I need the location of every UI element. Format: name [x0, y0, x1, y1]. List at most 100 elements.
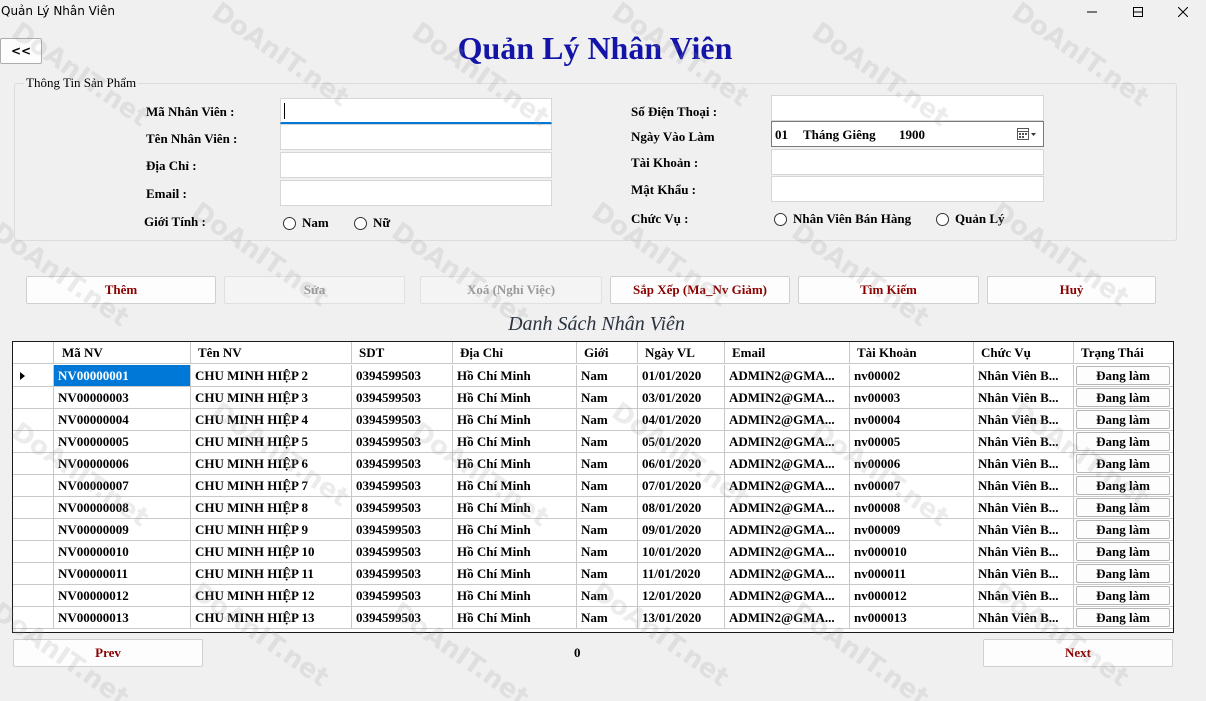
table-cell[interactable]: Nhân Viên B...	[974, 387, 1074, 409]
table-cell[interactable]: Nhân Viên B...	[974, 563, 1074, 585]
table-cell[interactable]: CHU MINH HIỆP 6	[191, 453, 352, 475]
sdt-input[interactable]	[771, 95, 1044, 121]
table-cell[interactable]: Nhân Viên B...	[974, 453, 1074, 475]
table-cell[interactable]: Hồ Chí Minh	[453, 541, 577, 563]
row-header[interactable]	[13, 409, 54, 431]
tim-kiem-button[interactable]: Tìm Kiếm	[798, 276, 979, 304]
table-cell[interactable]: NV00000005	[54, 431, 191, 453]
table-cell[interactable]: 0394599503	[352, 519, 453, 541]
table-cell[interactable]: ADMIN2@GMA...	[725, 365, 850, 387]
table-cell[interactable]: ADMIN2@GMA...	[725, 453, 850, 475]
table-cell[interactable]: Nhân Viên B...	[974, 541, 1074, 563]
status-button[interactable]: Đang làm	[1076, 520, 1170, 539]
status-button[interactable]: Đang làm	[1076, 410, 1170, 429]
email-input[interactable]	[280, 180, 552, 206]
table-cell[interactable]: 10/01/2020	[638, 541, 725, 563]
table-cell[interactable]: 0394599503	[352, 365, 453, 387]
table-cell[interactable]: 05/01/2020	[638, 431, 725, 453]
table-cell[interactable]: NV00000010	[54, 541, 191, 563]
table-cell[interactable]: Nhân Viên B...	[974, 365, 1074, 387]
column-header[interactable]: Tài Khoản	[850, 342, 974, 364]
table-cell[interactable]: 0394599503	[352, 607, 453, 629]
table-cell[interactable]: Nam	[577, 365, 638, 387]
table-row[interactable]: NV00000009 CHU MINH HIỆP 9 0394599503 Hồ Ch…	[13, 519, 1173, 541]
huy-button[interactable]: Huỷ	[987, 276, 1156, 304]
table-cell[interactable]: CHU MINH HIỆP 4	[191, 409, 352, 431]
table-cell[interactable]: 0394599503	[352, 475, 453, 497]
status-button[interactable]: Đang làm	[1076, 498, 1170, 517]
table-cell[interactable]: Nhân Viên B...	[974, 475, 1074, 497]
table-cell[interactable]: 0394599503	[352, 409, 453, 431]
table-cell[interactable]: Nhân Viên B...	[974, 585, 1074, 607]
table-cell[interactable]: 0394599503	[352, 585, 453, 607]
table-cell[interactable]: ADMIN2@GMA...	[725, 409, 850, 431]
table-cell[interactable]: NV00000003	[54, 387, 191, 409]
xoa-button[interactable]: Xoá (Nghỉ Việc)	[420, 276, 602, 304]
status-button[interactable]: Đang làm	[1076, 476, 1170, 495]
table-cell[interactable]: Nam	[577, 607, 638, 629]
table-cell[interactable]: NV00000008	[54, 497, 191, 519]
table-cell[interactable]: ADMIN2@GMA...	[725, 563, 850, 585]
table-cell[interactable]: Nam	[577, 585, 638, 607]
table-cell[interactable]: nv00008	[850, 497, 974, 519]
table-cell[interactable]: Hồ Chí Minh	[453, 431, 577, 453]
table-cell[interactable]: ADMIN2@GMA...	[725, 431, 850, 453]
table-row[interactable]: NV00000011 CHU MINH HIỆP 11 0394599503 Hồ C…	[13, 563, 1173, 585]
prev-button[interactable]: Prev	[13, 639, 203, 667]
table-cell[interactable]: Nhân Viên B...	[974, 431, 1074, 453]
table-cell[interactable]: ADMIN2@GMA...	[725, 497, 850, 519]
status-button[interactable]: Đang làm	[1076, 432, 1170, 451]
table-cell[interactable]: Hồ Chí Minh	[453, 585, 577, 607]
table-cell[interactable]: nv000013	[850, 607, 974, 629]
table-cell[interactable]: CHU MINH HIỆP 9	[191, 519, 352, 541]
row-header[interactable]	[13, 475, 54, 497]
status-button[interactable]: Đang làm	[1076, 542, 1170, 561]
column-header[interactable]: Chức Vụ	[974, 342, 1074, 364]
minimize-window-button[interactable]	[1069, 0, 1115, 24]
table-cell[interactable]: Nhân Viên B...	[974, 607, 1074, 629]
role-ban-hang-radio[interactable]: Nhân Viên Bán Hàng	[774, 211, 911, 227]
table-cell[interactable]: 0394599503	[352, 497, 453, 519]
table-row[interactable]: NV00000008 CHU MINH HIỆP 8 0394599503 Hồ Ch…	[13, 497, 1173, 519]
table-cell[interactable]: nv000012	[850, 585, 974, 607]
gender-nam-radio[interactable]: Nam	[283, 215, 329, 231]
table-cell[interactable]: 13/01/2020	[638, 607, 725, 629]
table-cell[interactable]: nv00006	[850, 453, 974, 475]
table-row[interactable]: NV00000012 CHU MINH HIỆP 12 0394599503 Hồ C…	[13, 585, 1173, 607]
row-header[interactable]	[13, 431, 54, 453]
table-cell[interactable]: nv00005	[850, 431, 974, 453]
sap-xep-button[interactable]: Sắp Xếp (Ma_Nv Giảm)	[610, 276, 790, 304]
table-cell[interactable]: Nam	[577, 387, 638, 409]
column-header[interactable]: Email	[725, 342, 850, 364]
table-cell[interactable]: nv000011	[850, 563, 974, 585]
calendar-icon[interactable]	[1017, 127, 1037, 145]
role-quan-ly-radio[interactable]: Quản Lý	[936, 211, 1005, 227]
table-cell[interactable]: 08/01/2020	[638, 497, 725, 519]
table-row[interactable]: NV00000010 CHU MINH HIỆP 10 0394599503 Hồ C…	[13, 541, 1173, 563]
table-cell[interactable]: NV00000012	[54, 585, 191, 607]
table-cell[interactable]: CHU MINH HIỆP 8	[191, 497, 352, 519]
table-row[interactable]: NV00000007 CHU MINH HIỆP 7 0394599503 Hồ Ch…	[13, 475, 1173, 497]
table-row[interactable]: NV00000013 CHU MINH HIỆP 13 0394599503 Hồ C…	[13, 607, 1173, 629]
table-cell[interactable]: Nam	[577, 431, 638, 453]
table-cell[interactable]: 07/01/2020	[638, 475, 725, 497]
table-cell[interactable]: Hồ Chí Minh	[453, 497, 577, 519]
table-cell[interactable]: 01/01/2020	[638, 365, 725, 387]
maximize-window-button[interactable]	[1115, 0, 1161, 24]
table-cell[interactable]: nv000010	[850, 541, 974, 563]
row-header[interactable]	[13, 585, 54, 607]
row-header[interactable]	[13, 365, 54, 387]
table-cell[interactable]: ADMIN2@GMA...	[725, 585, 850, 607]
table-cell[interactable]: ADMIN2@GMA...	[725, 387, 850, 409]
table-cell[interactable]: ADMIN2@GMA...	[725, 541, 850, 563]
table-cell[interactable]: 0394599503	[352, 563, 453, 585]
table-cell[interactable]: 0394599503	[352, 387, 453, 409]
table-row[interactable]: NV00000001 CHU MINH HIỆP 2 0394599503 Hồ Ch…	[13, 365, 1173, 387]
table-cell[interactable]: 11/01/2020	[638, 563, 725, 585]
ten-nv-input[interactable]	[280, 124, 552, 150]
back-button[interactable]: <<	[0, 38, 42, 64]
table-cell[interactable]: Nam	[577, 519, 638, 541]
table-cell[interactable]: 0394599503	[352, 453, 453, 475]
table-cell[interactable]: nv00003	[850, 387, 974, 409]
table-cell[interactable]: Hồ Chí Minh	[453, 409, 577, 431]
